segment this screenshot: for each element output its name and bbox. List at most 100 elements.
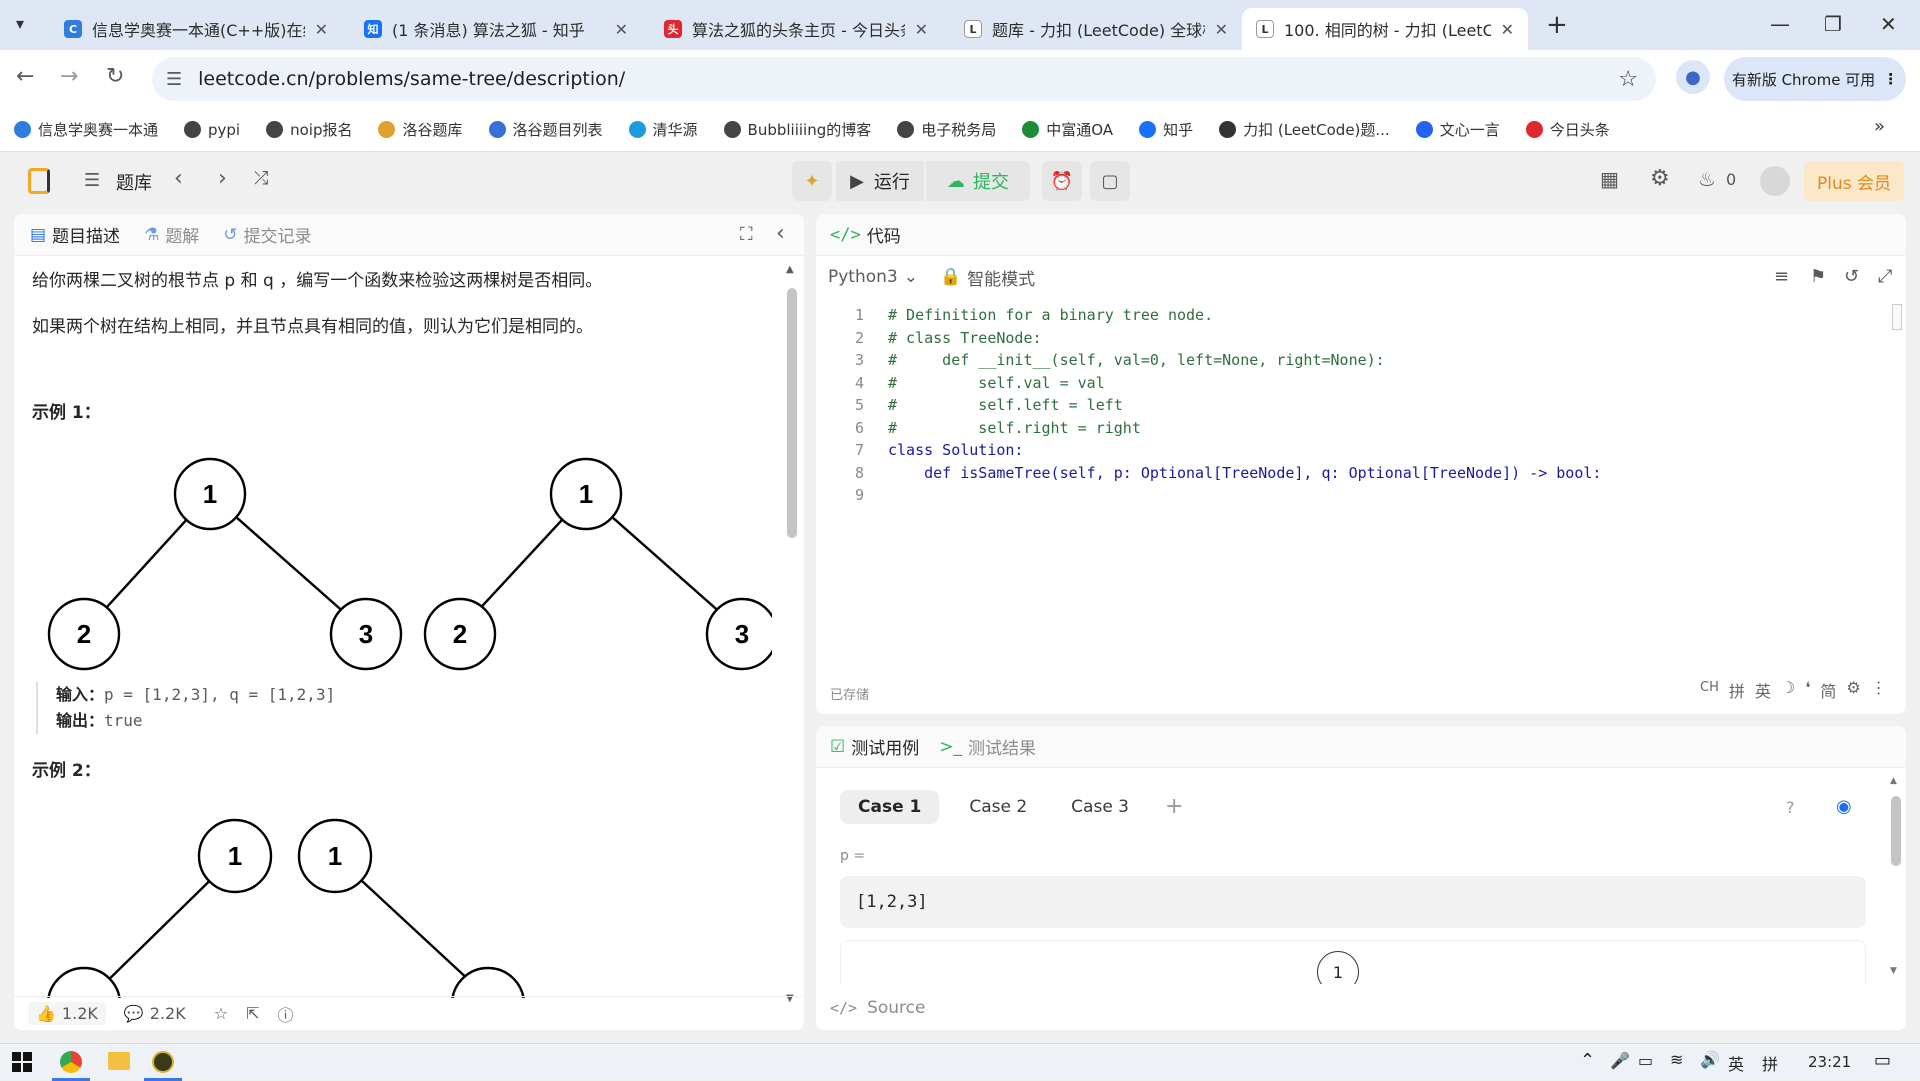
bookmark-icon[interactable]: ⚑ [1810,266,1826,287]
minimize-icon[interactable]: — [1770,12,1790,36]
scroll-up-icon[interactable]: ▲ [786,264,794,275]
close-tab-icon[interactable]: ✕ [915,20,928,39]
tab-submissions[interactable]: ↺ 提交记录 [223,222,311,248]
tab-description[interactable]: ▤ 题目描述 [30,222,120,248]
bookmark-item[interactable]: 力扣 (LeetCode)题... [1219,119,1390,140]
browser-tab[interactable]: C 信息学奥赛一本通(C++版)在线评测系统 ✕ [50,8,342,50]
case-2-tab[interactable]: Case 2 [955,790,1041,824]
comments-button[interactable]: 💬 2.2K [124,1004,186,1023]
tab-solutions[interactable]: ⚗ 题解 [144,222,199,248]
case-1-tab[interactable]: Case 1 [840,790,940,824]
source-link[interactable]: </> Source [830,998,925,1018]
like-button[interactable]: 👍 1.2K [28,1002,106,1025]
browser-tab[interactable]: 知 (1 条消息) 算法之狐 - 知乎 ✕ [350,8,642,50]
leetcode-logo[interactable] [28,168,50,194]
browser-tab[interactable]: L 题库 - 力扣 (LeetCode) 全球极客挚爱的技术成长平台 ✕ [950,8,1242,50]
shuffle-icon[interactable]: ⤮ [254,168,268,189]
language-select[interactable]: Python3 ⌄ [828,267,918,287]
battery-icon[interactable]: ▭ [1638,1051,1653,1070]
windows-start-icon[interactable] [12,1052,32,1072]
tab-testcases[interactable]: ☑ 测试用例 [830,734,919,760]
eye-icon[interactable]: ◉ [1836,796,1852,817]
ime-ch[interactable]: CH [1700,680,1719,702]
clock[interactable]: 23:21 [1808,1053,1851,1071]
close-tab-icon[interactable]: ✕ [1215,20,1228,39]
code-editor[interactable]: 1 # Definition for a binary tree node. 2 # … [830,304,1880,664]
ime-language[interactable]: 英 [1728,1051,1744,1075]
prev-problem-icon[interactable]: ‹ [174,166,183,191]
problem-scrollbar[interactable]: ▲ ▼ [786,264,798,1004]
run-button[interactable]: ▶ 运行 [836,161,924,201]
wifi-icon[interactable]: ≋ [1670,1050,1683,1069]
site-info-icon[interactable]: ☰ [166,69,182,90]
bookmark-item[interactable]: 中富通OA [1022,119,1113,140]
restore-icon[interactable]: ❐ [1824,12,1842,36]
notes-button[interactable]: ▢ [1090,161,1130,201]
ime-more-icon[interactable]: ⋮ [1871,678,1887,702]
help-icon[interactable]: ⓘ [277,1002,293,1026]
speaker-icon[interactable]: 🔊 [1700,1050,1720,1069]
submit-button[interactable]: ☁ 提交 [926,161,1030,201]
ime-moon-icon[interactable]: ☽ [1781,678,1795,702]
reload-icon[interactable]: ↻ [106,64,124,89]
profile-icon[interactable]: ● [1676,60,1710,94]
bookmark-item[interactable]: 知乎 [1139,119,1193,140]
bookmark-item[interactable]: 电子税务局 [897,119,996,140]
bookmark-item[interactable]: pypi [184,121,240,139]
fire-icon[interactable]: ♨ [1698,167,1716,191]
format-icon[interactable]: ≡ [1774,266,1789,287]
update-chrome-button[interactable]: 有新版 Chrome 可用 ⋮ [1724,57,1906,101]
list-icon[interactable]: ☰ [84,170,100,191]
chrome-taskbar-icon[interactable] [60,1051,82,1073]
plus-member-button[interactable]: Plus 会员 [1804,161,1904,201]
reset-code-icon[interactable]: ↺ [1844,266,1859,287]
fullscreen-icon[interactable]: ⛶ [740,224,753,245]
collapse-panel-icon[interactable]: ‹ [776,221,785,246]
bookmark-item[interactable]: 信息学奥赛一本通 [14,119,158,140]
share-icon[interactable]: ⇱ [246,1004,259,1023]
browser-tab-active[interactable]: L 100. 相同的树 - 力扣 (LeetCode) ✕ [1242,8,1528,50]
ime-simplified[interactable]: 简 [1820,678,1836,702]
ime-settings-icon[interactable]: ⚙ [1846,678,1860,702]
close-tab-icon[interactable]: ✕ [1501,20,1514,39]
testcase-scrollbar[interactable]: ▲ ▼ [1890,776,1902,976]
new-tab-icon[interactable]: + [1546,10,1568,40]
bookmark-item[interactable]: Bubbliiiing的博客 [723,119,871,140]
timer-button[interactable]: ⏰ [1042,161,1082,201]
tab-search-icon[interactable]: ▾ [16,14,24,33]
scroll-up-icon[interactable]: ▲ [1890,776,1897,786]
help-circle-icon[interactable]: ? [1786,798,1795,817]
settings-gear-icon[interactable]: ⚙ [1650,166,1670,191]
bookmark-item[interactable]: noip报名 [266,119,352,140]
editor-scrollbar[interactable] [1892,304,1902,330]
debug-button[interactable]: ✦ [792,161,832,201]
more-bookmarks-icon[interactable]: » [1874,116,1885,137]
ime-mode[interactable]: 拼 [1762,1051,1778,1075]
close-window-icon[interactable]: ✕ [1880,12,1897,36]
next-problem-icon[interactable]: › [218,166,227,191]
browser-tab[interactable]: 头 算法之狐的头条主页 - 今日头条 ✕ [650,8,942,50]
scroll-thumb[interactable] [787,288,797,538]
bookmark-star-icon[interactable]: ☆ [1618,67,1638,92]
param-input[interactable]: [1,2,3] [840,876,1866,928]
app-taskbar-icon[interactable] [152,1051,174,1073]
bookmark-item[interactable]: 洛谷题库 [378,119,463,140]
bookmark-item[interactable]: 清华源 [628,119,698,140]
address-bar[interactable]: ☰ leetcode.cn/problems/same-tree/descrip… [152,57,1656,101]
case-3-tab[interactable]: Case 3 [1057,790,1143,824]
notification-icon[interactable]: ▭ [1874,1050,1891,1071]
forward-icon[interactable]: → [60,64,78,89]
bookmark-item[interactable]: 文心一言 [1415,119,1500,140]
layout-icon[interactable]: ▦ [1600,167,1619,191]
ime-english[interactable]: 英 [1755,678,1771,702]
close-tab-icon[interactable]: ✕ [315,20,328,39]
scroll-thumb[interactable] [1891,796,1901,866]
back-icon[interactable]: ← [16,64,34,89]
close-tab-icon[interactable]: ✕ [615,20,628,39]
ime-punct-icon[interactable]: ❛ [1805,678,1810,702]
tray-chevron-icon[interactable]: ⌃ [1580,1050,1595,1071]
scroll-down-icon[interactable]: ▼ [1890,966,1897,976]
favorite-star-icon[interactable]: ☆ [214,1004,228,1023]
bookmark-item[interactable]: 今日头条 [1525,119,1610,140]
ime-pinyin[interactable]: 拼 [1729,678,1745,702]
